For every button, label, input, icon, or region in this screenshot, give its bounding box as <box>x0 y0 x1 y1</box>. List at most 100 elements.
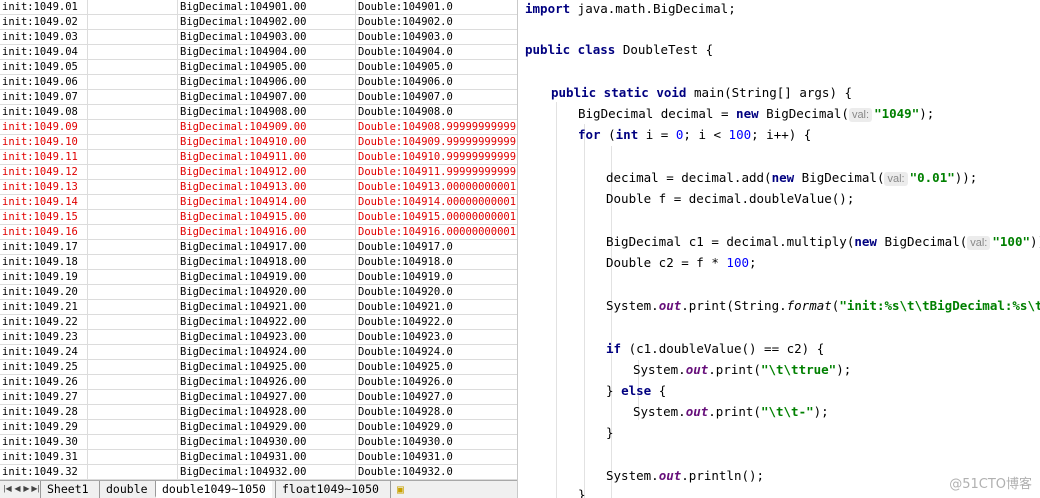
table-cell[interactable]: init:1049.12 <box>0 165 88 180</box>
table-cell[interactable] <box>88 105 178 120</box>
table-cell[interactable]: Double:104919.0 <box>356 270 517 285</box>
table-cell[interactable]: Double:104922.0 <box>356 315 517 330</box>
table-cell[interactable]: init:1049.11 <box>0 150 88 165</box>
table-cell[interactable]: BigDecimal:104909.00 <box>178 120 356 135</box>
table-cell[interactable]: init:1049.24 <box>0 345 88 360</box>
table-cell[interactable] <box>88 45 178 60</box>
table-cell[interactable]: Double:104904.0 <box>356 45 517 60</box>
sheet-tab-sheet1[interactable]: Sheet1 <box>40 481 95 498</box>
table-cell[interactable]: init:1049.16 <box>0 225 88 240</box>
table-cell[interactable]: init:1049.02 <box>0 15 88 30</box>
table-cell[interactable] <box>88 330 178 345</box>
next-sheet-icon[interactable]: ▶ <box>22 483 31 495</box>
table-cell[interactable] <box>88 90 178 105</box>
table-cell[interactable]: BigDecimal:104916.00 <box>178 225 356 240</box>
table-cell[interactable]: init:1049.19 <box>0 270 88 285</box>
table-cell[interactable] <box>88 195 178 210</box>
table-cell[interactable] <box>88 180 178 195</box>
table-cell[interactable] <box>88 360 178 375</box>
table-cell[interactable]: init:1049.04 <box>0 45 88 60</box>
table-cell[interactable] <box>88 450 178 465</box>
table-cell[interactable]: BigDecimal:104912.00 <box>178 165 356 180</box>
table-cell[interactable] <box>88 405 178 420</box>
table-cell[interactable]: Double:104929.0 <box>356 420 517 435</box>
table-cell[interactable]: init:1049.30 <box>0 435 88 450</box>
table-cell[interactable]: Double:104927.0 <box>356 390 517 405</box>
table-cell[interactable]: BigDecimal:104907.00 <box>178 90 356 105</box>
table-cell[interactable]: init:1049.03 <box>0 30 88 45</box>
table-cell[interactable]: BigDecimal:104928.00 <box>178 405 356 420</box>
table-cell[interactable]: BigDecimal:104913.00 <box>178 180 356 195</box>
table-cell[interactable]: init:1049.23 <box>0 330 88 345</box>
table-cell[interactable]: init:1049.29 <box>0 420 88 435</box>
table-cell[interactable]: BigDecimal:104917.00 <box>178 240 356 255</box>
table-cell[interactable]: BigDecimal:104915.00 <box>178 210 356 225</box>
table-cell[interactable]: Double:104906.0 <box>356 75 517 90</box>
table-cell[interactable] <box>88 465 178 480</box>
table-cell[interactable]: BigDecimal:104921.00 <box>178 300 356 315</box>
table-cell[interactable]: BigDecimal:104931.00 <box>178 450 356 465</box>
table-cell[interactable] <box>88 225 178 240</box>
table-cell[interactable]: Double:104908.0 <box>356 105 517 120</box>
table-cell[interactable]: BigDecimal:104905.00 <box>178 60 356 75</box>
first-sheet-icon[interactable]: |◀ <box>3 483 12 495</box>
table-cell[interactable] <box>88 30 178 45</box>
table-cell[interactable]: BigDecimal:104924.00 <box>178 345 356 360</box>
table-cell[interactable]: Double:104911.99999999999 <box>356 165 517 180</box>
table-cell[interactable]: BigDecimal:104929.00 <box>178 420 356 435</box>
table-cell[interactable]: Double:104905.0 <box>356 60 517 75</box>
table-cell[interactable]: Double:104901.0 <box>356 0 517 15</box>
table-cell[interactable]: BigDecimal:104910.00 <box>178 135 356 150</box>
table-cell[interactable]: Double:104920.0 <box>356 285 517 300</box>
table-cell[interactable]: BigDecimal:104918.00 <box>178 255 356 270</box>
table-cell[interactable]: Double:104916.00000000001 <box>356 225 517 240</box>
table-cell[interactable]: Double:104921.0 <box>356 300 517 315</box>
table-cell[interactable] <box>88 435 178 450</box>
table-cell[interactable]: init:1049.32 <box>0 465 88 480</box>
table-cell[interactable]: Double:104918.0 <box>356 255 517 270</box>
table-cell[interactable]: BigDecimal:104901.00 <box>178 0 356 15</box>
table-cell[interactable]: Double:104928.0 <box>356 405 517 420</box>
table-cell[interactable]: init:1049.15 <box>0 210 88 225</box>
table-cell[interactable]: BigDecimal:104926.00 <box>178 375 356 390</box>
table-cell[interactable]: BigDecimal:104922.00 <box>178 315 356 330</box>
table-cell[interactable]: Double:104908.99999999999 <box>356 120 517 135</box>
table-cell[interactable] <box>88 0 178 15</box>
table-cell[interactable]: Double:104925.0 <box>356 360 517 375</box>
table-cell[interactable] <box>88 210 178 225</box>
table-cell[interactable]: BigDecimal:104911.00 <box>178 150 356 165</box>
table-cell[interactable] <box>88 300 178 315</box>
table-cell[interactable] <box>88 165 178 180</box>
table-cell[interactable]: init:1049.31 <box>0 450 88 465</box>
table-cell[interactable]: init:1049.26 <box>0 375 88 390</box>
table-cell[interactable] <box>88 315 178 330</box>
sheet-tab-double[interactable]: double <box>99 481 154 498</box>
table-cell[interactable]: init:1049.27 <box>0 390 88 405</box>
table-cell[interactable]: init:1049.25 <box>0 360 88 375</box>
table-cell[interactable]: BigDecimal:104932.00 <box>178 465 356 480</box>
table-cell[interactable] <box>88 150 178 165</box>
table-cell[interactable]: BigDecimal:104914.00 <box>178 195 356 210</box>
table-cell[interactable] <box>88 270 178 285</box>
table-cell[interactable] <box>88 15 178 30</box>
table-cell[interactable]: init:1049.10 <box>0 135 88 150</box>
table-cell[interactable] <box>88 375 178 390</box>
table-cell[interactable]: init:1049.06 <box>0 75 88 90</box>
table-cell[interactable] <box>88 135 178 150</box>
table-cell[interactable]: BigDecimal:104903.00 <box>178 30 356 45</box>
table-cell[interactable]: Double:104932.0 <box>356 465 517 480</box>
table-cell[interactable]: init:1049.13 <box>0 180 88 195</box>
table-cell[interactable]: init:1049.08 <box>0 105 88 120</box>
table-cell[interactable] <box>88 420 178 435</box>
table-cell[interactable]: init:1049.09 <box>0 120 88 135</box>
table-cell[interactable]: BigDecimal:104927.00 <box>178 390 356 405</box>
table-cell[interactable]: BigDecimal:104906.00 <box>178 75 356 90</box>
table-cell[interactable]: BigDecimal:104904.00 <box>178 45 356 60</box>
code-editor[interactable]: import java.math.BigDecimal; public clas… <box>518 0 1040 498</box>
table-cell[interactable]: BigDecimal:104902.00 <box>178 15 356 30</box>
table-cell[interactable]: Double:104902.0 <box>356 15 517 30</box>
table-cell[interactable]: BigDecimal:104920.00 <box>178 285 356 300</box>
table-cell[interactable]: BigDecimal:104925.00 <box>178 360 356 375</box>
table-cell[interactable]: Double:104924.0 <box>356 345 517 360</box>
table-cell[interactable] <box>88 240 178 255</box>
